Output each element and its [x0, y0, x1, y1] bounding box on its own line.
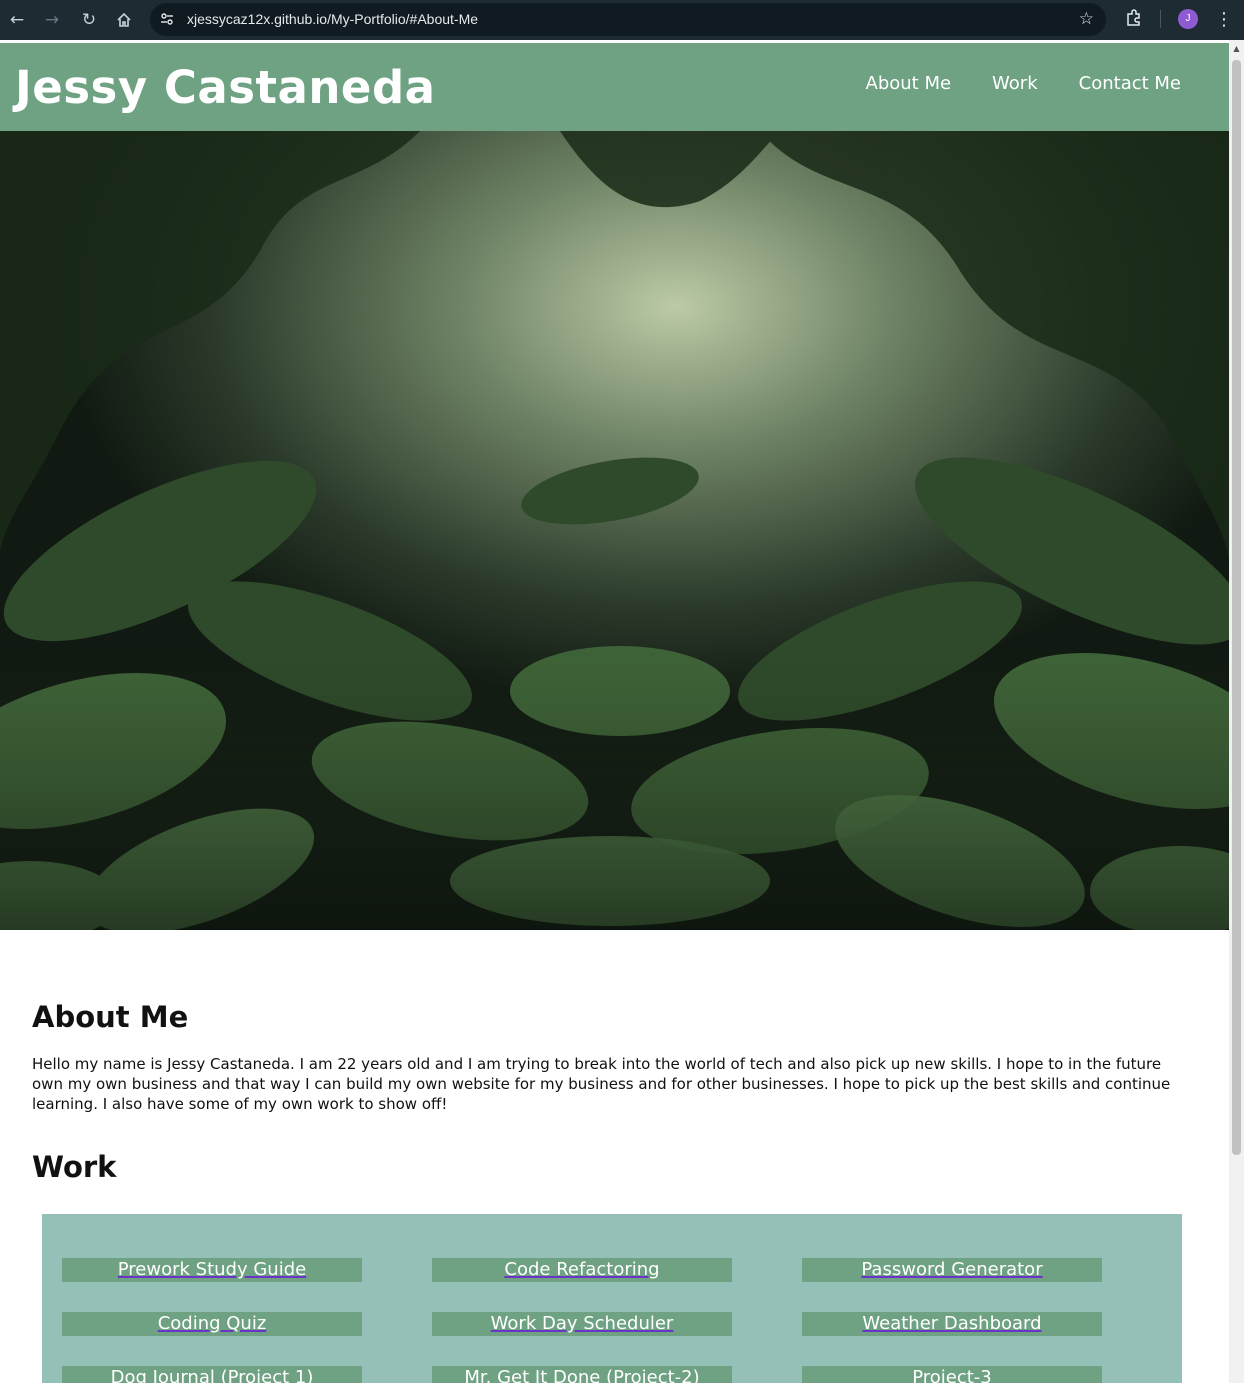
project-card[interactable]: Work Day Scheduler [432, 1312, 732, 1336]
project-card[interactable]: Password Generator [802, 1258, 1102, 1282]
page-scrollbar[interactable]: ▲ [1229, 40, 1244, 1383]
project-link-dog-journal[interactable]: Dog Journal (Project 1) [111, 1367, 314, 1383]
project-link-code-refactoring[interactable]: Code Refactoring [504, 1259, 659, 1280]
toolbar-divider [1160, 10, 1161, 28]
back-button[interactable]: ← [3, 6, 31, 34]
address-bar[interactable]: xjessycaz12x.github.io/My-Portfolio/#Abo… [150, 3, 1106, 36]
project-card[interactable]: Dog Journal (Project 1) [62, 1366, 362, 1383]
star-icon[interactable]: ☆ [1079, 3, 1094, 36]
scrollbar-thumb[interactable] [1232, 60, 1241, 1155]
project-link-mr-get-it-done[interactable]: Mr. Get It Done (Project-2) [464, 1367, 699, 1383]
reload-button[interactable]: ↻ [75, 6, 103, 34]
arrow-left-icon: ← [9, 10, 25, 30]
about-paragraph: Hello my name is Jessy Castaneda. I am 2… [32, 1055, 1171, 1113]
work-heading: Work [32, 1150, 117, 1184]
nav-about-me[interactable]: About Me [866, 73, 952, 94]
browser-toolbar: ← → ↻ xjessycaz12x.github.io/My-Portfoli… [0, 0, 1244, 40]
site-title: Jessy Castaneda [15, 61, 436, 114]
project-card[interactable]: Coding Quiz [62, 1312, 362, 1336]
work-grid: Prework Study Guide Code Refactoring Pas… [42, 1214, 1182, 1383]
nav-work[interactable]: Work [992, 73, 1038, 94]
forward-button[interactable]: → [38, 6, 66, 34]
url-text[interactable]: xjessycaz12x.github.io/My-Portfolio/#Abo… [187, 3, 478, 36]
tune-icon[interactable] [159, 11, 175, 27]
project-card[interactable]: Mr. Get It Done (Project-2) [432, 1366, 732, 1383]
hero-jungle-image [0, 131, 1229, 930]
project-link-password-generator[interactable]: Password Generator [861, 1259, 1042, 1280]
main-nav: About Me Work Contact Me [866, 73, 1182, 94]
home-icon [117, 12, 131, 27]
project-card[interactable]: Prework Study Guide [62, 1258, 362, 1282]
about-heading: About Me [32, 1000, 189, 1034]
project-card[interactable]: Code Refactoring [432, 1258, 732, 1282]
avatar[interactable]: J [1178, 9, 1198, 29]
project-card[interactable]: Weather Dashboard [802, 1312, 1102, 1336]
project-link-work-day-scheduler[interactable]: Work Day Scheduler [491, 1313, 674, 1334]
puzzle-icon[interactable] [1124, 8, 1144, 28]
project-link-weather-dashboard[interactable]: Weather Dashboard [862, 1313, 1041, 1334]
nav-contact-me[interactable]: Contact Me [1079, 73, 1181, 94]
kebab-menu-icon[interactable]: ⋮ [1214, 6, 1234, 34]
home-button[interactable] [110, 6, 138, 34]
project-card[interactable]: Project-3 [802, 1366, 1102, 1383]
project-link-coding-quiz[interactable]: Coding Quiz [158, 1313, 267, 1334]
project-link-project-3[interactable]: Project-3 [912, 1367, 992, 1383]
reload-icon: ↻ [81, 10, 97, 30]
arrow-right-icon: → [44, 10, 60, 30]
page-viewport: Jessy Castaneda About Me Work Contact Me [0, 40, 1229, 1383]
scroll-up-arrow-icon[interactable]: ▲ [1229, 44, 1244, 56]
project-link-prework-study-guide[interactable]: Prework Study Guide [118, 1259, 306, 1280]
site-header: Jessy Castaneda About Me Work Contact Me [0, 43, 1229, 131]
